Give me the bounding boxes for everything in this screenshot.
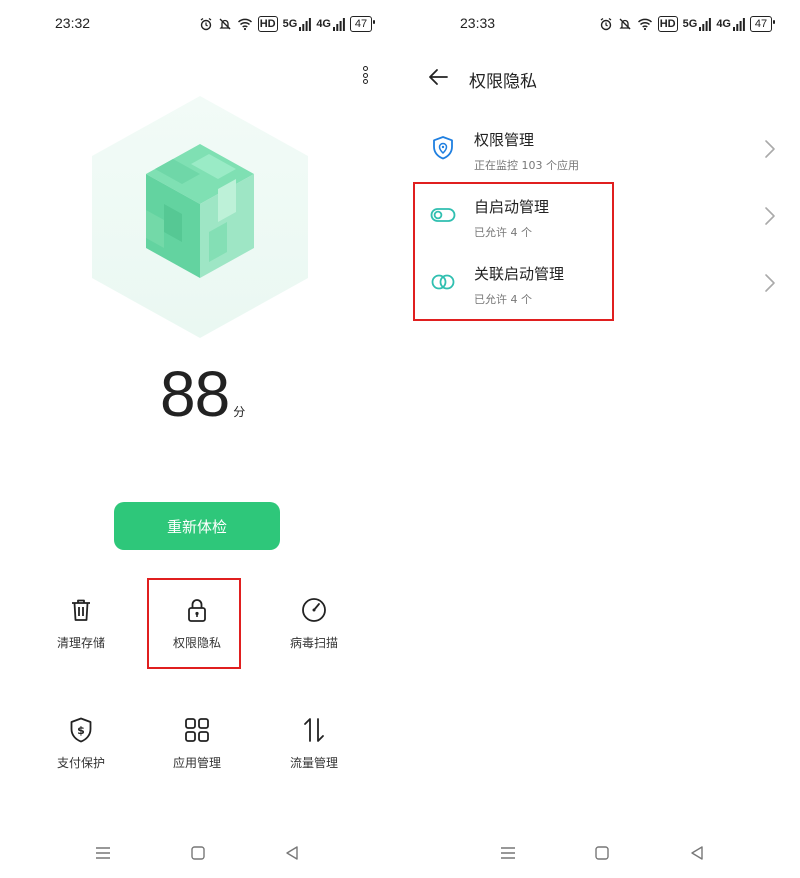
network-type-label-2: 4G [716, 18, 731, 30]
payment-protection-label: 支付保护 [56, 756, 105, 770]
list-item-title: 权限管理 [474, 131, 535, 149]
wifi-icon [237, 18, 252, 31]
network-type-label: 5G [682, 18, 698, 30]
home-nav-icon[interactable] [188, 843, 208, 863]
back-nav-icon[interactable] [687, 843, 707, 863]
data-management-label: 流量管理 [289, 756, 338, 770]
app-management-item[interactable]: 应用管理 [147, 716, 247, 771]
security-score: 88 分 [160, 362, 245, 426]
network-type-label: 5G [282, 18, 298, 30]
security-center-screen: 23:32 HD 5G 4G 47 88 分 重新体检 清理存储 权限隐私 病毒… [0, 0, 400, 878]
payment-protection-item[interactable]: $ 支付保护 [31, 716, 131, 771]
status-time: 23:32 [55, 15, 91, 31]
shield-dollar-icon: $ [70, 717, 92, 743]
shield-location-icon [433, 136, 453, 160]
score-unit: 分 [233, 405, 246, 419]
signal-icon [699, 18, 712, 31]
clean-storage-item[interactable]: 清理存储 [31, 596, 131, 651]
highlight-startup-box [413, 182, 614, 321]
mute-bell-icon [219, 18, 231, 30]
highlight-privacy-box [147, 578, 241, 669]
menu-nav-icon[interactable] [93, 843, 113, 863]
more-options-icon[interactable] [357, 64, 373, 86]
clean-storage-label: 清理存储 [56, 636, 105, 650]
back-arrow-icon[interactable] [427, 66, 449, 88]
status-bar: 23:33 HD 5G 4G 47 [405, 12, 800, 36]
battery-icon: 47 [750, 16, 775, 32]
score-value: 88 [160, 358, 230, 430]
battery-icon: 47 [350, 16, 375, 32]
recheck-button[interactable]: 重新体检 [114, 502, 280, 550]
gauge-icon [302, 598, 326, 622]
network-type-label-2: 4G [316, 18, 331, 30]
status-bar: 23:32 HD 5G 4G 47 [0, 12, 400, 36]
list-item-permission-management[interactable]: 权限管理 正在监控 103 个应用 [405, 120, 800, 184]
trash-icon [72, 599, 90, 621]
navigation-bar [405, 843, 800, 865]
list-item-subtitle: 正在监控 103 个应用 [474, 159, 579, 172]
hd-voice-badge: HD [257, 16, 278, 32]
svg-text:$: $ [77, 724, 85, 737]
home-nav-icon[interactable] [592, 843, 612, 863]
security-cube-illustration [92, 96, 308, 338]
hd-voice-badge: HD [657, 16, 678, 32]
page-title: 权限隐私 [469, 72, 537, 92]
signal-icon-2 [333, 18, 345, 31]
signal-icon [299, 18, 312, 31]
mute-bell-icon [619, 18, 631, 30]
privacy-permissions-screen: 23:33 HD 5G 4G 47 权限隐私 权限管理 正在监控 103 个应用… [405, 0, 800, 878]
chevron-right-icon [765, 140, 775, 158]
back-nav-icon[interactable] [282, 843, 302, 863]
wifi-icon [637, 18, 652, 31]
apps-grid-icon [185, 718, 209, 742]
data-management-item[interactable]: 流量管理 [264, 716, 364, 771]
menu-nav-icon[interactable] [498, 843, 518, 863]
virus-scan-item[interactable]: 病毒扫描 [264, 596, 364, 651]
navigation-bar [0, 843, 400, 865]
chevron-right-icon [765, 274, 775, 292]
alarm-icon [200, 17, 212, 31]
status-icons: HD 5G 4G 47 [199, 16, 375, 32]
virus-scan-label: 病毒扫描 [289, 636, 338, 650]
status-time: 23:33 [460, 15, 496, 31]
chevron-right-icon [765, 207, 775, 225]
data-transfer-icon [304, 718, 324, 742]
app-management-label: 应用管理 [172, 756, 221, 770]
signal-icon-2 [733, 18, 745, 31]
status-icons: HD 5G 4G 47 [599, 16, 775, 32]
alarm-icon [600, 17, 612, 31]
